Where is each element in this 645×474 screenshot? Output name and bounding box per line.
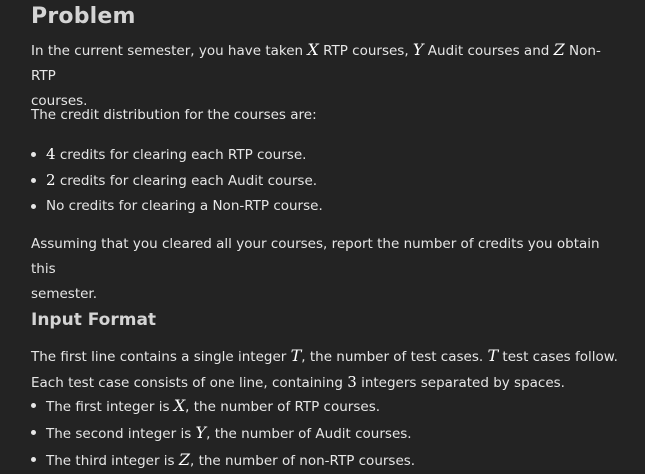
var-y: Y [412,40,424,59]
assumption-paragraph: Assuming that you cleared all your cours… [31,236,600,302]
list-item: The third integer is Z, the number of no… [31,447,621,474]
bullet-icon [31,204,36,209]
bullet-icon [31,152,36,157]
input-format-heading: Input Format [31,310,157,330]
list-item: No credits for clearing a Non-RTP course… [31,194,621,219]
list-item: 4 credits for clearing each RTP course. [31,142,621,168]
list-item: 2 credits for clearing each Audit course… [31,168,621,194]
input-list: The first integer is X, the number of RT… [31,393,621,474]
bullet-icon [31,403,36,408]
problem-heading: Problem [31,4,136,29]
input-paragraph: The first line contains a single integer… [31,346,618,391]
credit-list: 4 credits for clearing each RTP course. … [31,142,621,219]
var-z: Z [553,40,565,59]
list-item: The second integer is Y, the number of A… [31,420,621,447]
var-x: X [307,40,319,59]
var-t: T [290,346,302,365]
list-item: The first integer is X, the number of RT… [31,393,621,420]
var-t: T [487,346,499,365]
bullet-icon [31,178,36,183]
distribution-paragraph: The credit distribution for the courses … [31,107,317,123]
bullet-icon [31,457,36,462]
bullet-icon [31,430,36,435]
